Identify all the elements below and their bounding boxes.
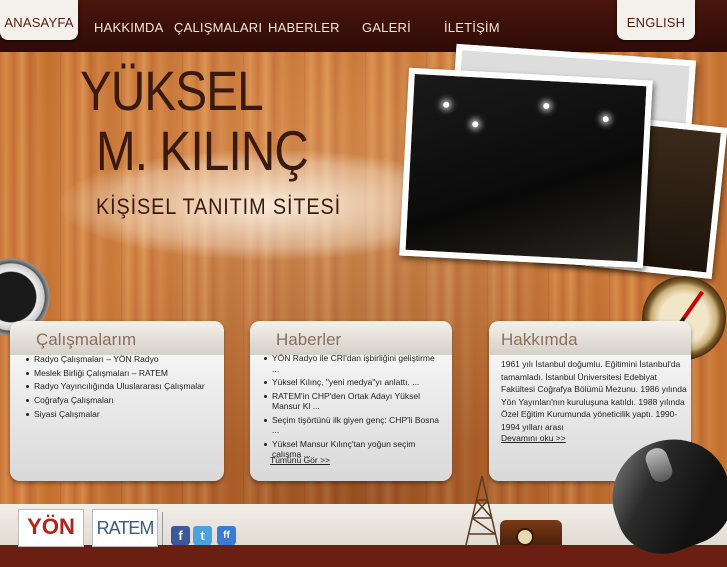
news-all-link[interactable]: Tümünü Gör >> [270,455,330,465]
news-item[interactable]: YÖN Radyo ile CRI'dan işbirliğini gelişt… [262,353,444,377]
nav-news[interactable]: HABERLER [268,0,340,44]
top-navigation: ANASAYFA HAKKIMDA ÇALIŞMALARI HABERLER G… [0,0,727,52]
works-list: Radyo Çalışmaları – YÖN Radyo Meslek Bir… [24,353,205,421]
twitter-icon[interactable]: t [193,526,212,545]
about-panel-title: Hakkımda [501,330,578,349]
works-panel: Çalışmalarım Radyo Çalışmaları – YÖN Rad… [10,321,224,481]
facebook-icon[interactable]: f [171,526,190,545]
photo-stage [399,67,653,269]
site-name-line2: M. KILINÇ [96,119,309,182]
news-panel: Haberler YÖN Radyo ile CRI'dan işbirliği… [250,321,452,481]
nav-gallery[interactable]: GALERİ [362,0,411,44]
about-more-link[interactable]: Devamını oku >> [501,433,566,443]
site-name-line1: YÜKSEL [80,59,264,122]
news-item[interactable]: RATEM'in CHP'den Ortak Adayı Yüksel Mans… [262,391,444,415]
spotlight-icon [602,115,609,123]
works-panel-title: Çalışmalarım [36,330,137,349]
spotlight-icon [543,102,550,110]
news-panel-title: Haberler [276,330,342,349]
ratem-logo[interactable]: RATEM [92,509,158,547]
news-item[interactable]: Seçim tişörtünü ilk giyen genç: CHP'li B… [262,415,444,439]
yon-radio-logo[interactable]: YÖN [18,509,84,547]
works-item[interactable]: Meslek Birliği Çalışmaları – RATEM [24,367,205,381]
spotlight-icon [472,121,479,128]
nav-works[interactable]: ÇALIŞMALARI [174,0,262,44]
works-item[interactable]: Coğrafya Çalışmaları [24,394,205,408]
spotlight-icon [443,101,450,108]
works-item[interactable]: Siyasi Çalışmalar [24,408,205,422]
about-text: 1961 yılı İstanbul doğumlu. Eğitimini İs… [501,359,687,432]
footer-divider [162,512,163,545]
nav-about[interactable]: HAKKIMDA [94,0,164,44]
news-item[interactable]: Yüksel Kılınç, "yeni medya"yı anlattı. .… [262,377,444,391]
news-list: YÖN Radyo ile CRI'dan işbirliğini gelişt… [262,353,444,463]
nav-home[interactable]: ANASAYFA [0,0,78,40]
radio-dial-icon [516,528,534,546]
language-english-button[interactable]: ENGLISH [617,0,695,40]
works-item[interactable]: Radyo Yayıncılığında Uluslararası Çalışm… [24,380,205,394]
nav-contact[interactable]: İLETİŞİM [444,0,500,44]
site-subtitle: KİŞİSEL TANITIM SİTESİ [96,194,341,219]
works-item[interactable]: Radyo Çalışmaları – YÖN Radyo [24,353,205,367]
friendfeed-icon[interactable]: ff [217,526,236,545]
